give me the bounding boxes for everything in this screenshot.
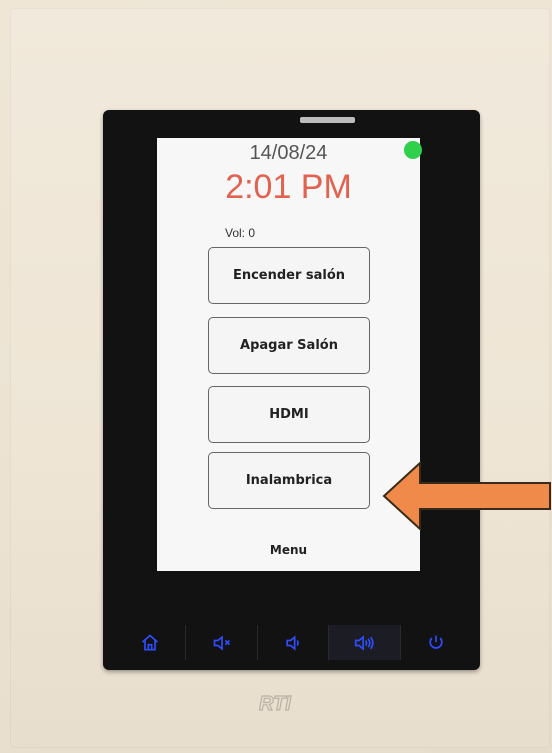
volume-label: Vol: 0 xyxy=(225,226,256,240)
status-indicator xyxy=(404,141,422,159)
annotation-arrow xyxy=(382,461,551,531)
mute-key[interactable] xyxy=(186,625,258,660)
date-display: 14/08/24 xyxy=(249,142,328,164)
volume-down-key[interactable] xyxy=(258,625,330,660)
light-reflection xyxy=(300,117,355,123)
encender-salon-button[interactable]: Encender salón xyxy=(208,247,370,304)
rti-logo: RTI xyxy=(258,692,291,714)
button-label: HDMI xyxy=(269,407,309,422)
button-label: Encender salón xyxy=(232,268,346,283)
apagar-salon-button[interactable]: Apagar Salón xyxy=(208,317,370,374)
inalambrica-button[interactable]: Inalambrica xyxy=(208,452,370,509)
power-icon xyxy=(429,635,443,649)
volume-down-icon xyxy=(286,634,299,651)
hdmi-button[interactable]: HDMI xyxy=(208,386,370,443)
time-display: 2:01 PM xyxy=(225,168,352,206)
button-label: Apagar Salón xyxy=(240,338,338,353)
home-key[interactable] xyxy=(115,625,187,660)
home-icon xyxy=(142,633,159,650)
volume-up-key[interactable] xyxy=(329,625,401,660)
touch-screen: 14/08/24 2:01 PM Vol: 0 Encender salón A… xyxy=(157,138,422,571)
power-key[interactable] xyxy=(401,625,471,660)
volume-up-icon xyxy=(355,634,375,651)
button-label: Inalambrica xyxy=(245,473,333,488)
hardware-softkey-bar xyxy=(115,625,471,660)
svg-text:RTI: RTI xyxy=(259,693,291,714)
mute-icon xyxy=(213,634,230,651)
menu-button[interactable]: Menu xyxy=(157,543,420,557)
